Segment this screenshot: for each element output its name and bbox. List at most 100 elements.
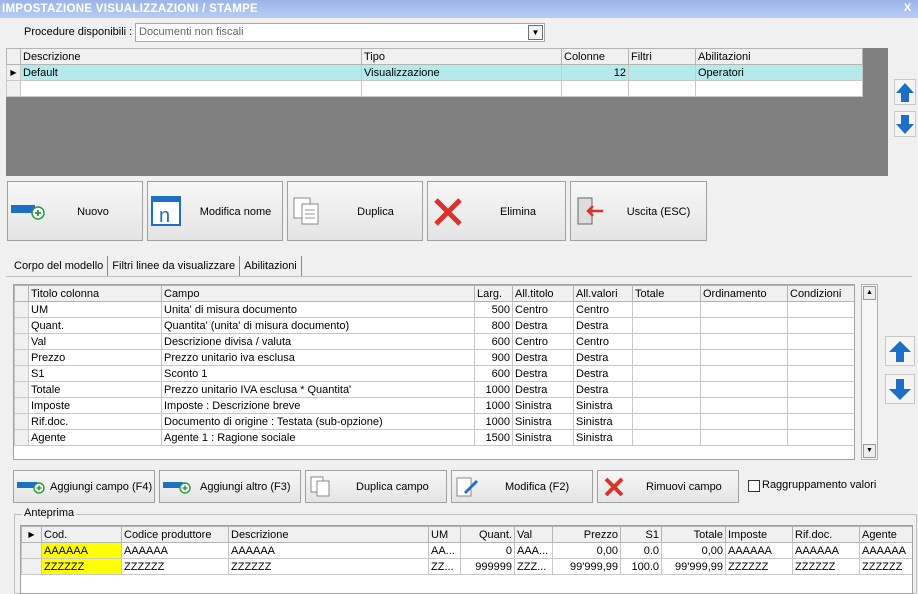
column-header[interactable]: All.titolo [512,285,574,302]
preview-cell[interactable]: ZZZZZZ [725,558,793,575]
preview-cell[interactable]: 0.0 [620,542,662,559]
table-cell[interactable]: Totale [28,381,162,398]
cell-filtri[interactable] [628,64,696,81]
table-cell[interactable] [787,429,854,446]
preview-cell[interactable]: 999999 [460,558,515,575]
table-row[interactable]: Agente Agente 1 : Ragione sociale 1500 Sini… [14,429,854,446]
preview-cell[interactable]: ZZZZZZ [859,558,912,575]
cell-tipo[interactable]: Visualizzazione [361,64,562,81]
column-header[interactable]: Codice produttore [121,526,229,543]
table-cell[interactable]: Descrizione divisa / valuta [161,333,475,350]
table-row[interactable]: S1 Sconto 1 600 Destra Destra [14,365,854,382]
empty-cell[interactable] [695,80,863,97]
table-cell[interactable]: Imposte : Descrizione breve [161,397,475,414]
table-cell[interactable]: Unita' di misura documento [161,301,475,318]
table-cell[interactable] [700,301,788,318]
table-cell[interactable]: Quantita' (unita' di misura documento) [161,317,475,334]
table-row[interactable]: Rif.doc. Documento di origine : Testata (… [14,413,854,430]
column-header[interactable]: Colonne [561,48,629,65]
rename-button[interactable]: n Modifica nome [147,181,283,241]
preview-cell[interactable]: 0,00 [661,542,726,559]
table-cell[interactable] [787,365,854,382]
table-cell[interactable]: Destra [512,381,574,398]
duplicate-field-button[interactable]: Duplica campo [305,470,447,503]
table-cell[interactable]: Documento di origine : Testata (sub-opzi… [161,413,475,430]
table-cell[interactable] [787,317,854,334]
table-cell[interactable]: Agente 1 : Ragione sociale [161,429,475,446]
table-cell[interactable] [787,301,854,318]
tab-abilitazioni[interactable]: Abilitazioni [240,256,302,276]
table-row[interactable]: Prezzo Prezzo unitario iva esclusa 900 Dest… [14,349,854,366]
empty-cell[interactable] [628,80,696,97]
tab-filtri-linee[interactable]: Filtri linee da visualizzare [108,256,241,276]
preview-cell[interactable]: AAA... [514,542,553,559]
add-field-button[interactable]: Aggiungi campo (F4) [13,470,155,503]
table-cell[interactable]: 1000 [474,381,513,398]
preview-cell[interactable]: ZZZZZZ [41,558,122,575]
column-header[interactable]: Rif.doc. [792,526,860,543]
table-cell[interactable]: Destra [573,381,633,398]
column-header[interactable]: All.valori [573,285,633,302]
table-cell[interactable] [700,397,788,414]
table-cell[interactable]: 500 [474,301,513,318]
table-cell[interactable]: Sinistra [573,397,633,414]
table-cell[interactable]: S1 [28,365,162,382]
column-header[interactable]: Ordinamento [700,285,788,302]
table-cell[interactable] [787,333,854,350]
table-cell[interactable] [700,413,788,430]
table-cell[interactable] [700,333,788,350]
cell-descrizione[interactable]: Default [20,64,362,81]
table-cell[interactable] [700,317,788,334]
table-cell[interactable]: Destra [512,365,574,382]
table-cell[interactable]: 800 [474,317,513,334]
table-cell[interactable] [632,365,701,382]
table-row[interactable]: Quant. Quantita' (unita' di misura docume… [14,317,854,334]
table-cell[interactable]: Centro [573,333,633,350]
table-cell[interactable] [700,365,788,382]
table-row[interactable]: Imposte Imposte : Descrizione breve 1000 Si… [14,397,854,414]
table-cell[interactable]: Val [28,333,162,350]
preview-cell[interactable]: AAAAAA [41,542,122,559]
table-cell[interactable]: 1500 [474,429,513,446]
column-header[interactable]: S1 [620,526,662,543]
table-cell[interactable]: Centro [573,301,633,318]
preview-cell[interactable]: 99'999,99 [661,558,726,575]
scroll-up-icon[interactable]: ▲ [863,286,876,300]
preview-cell[interactable]: ZZZ... [514,558,553,575]
empty-cell[interactable] [561,80,629,97]
table-cell[interactable] [700,381,788,398]
column-header[interactable]: Larg. [474,285,513,302]
preview-cell[interactable]: AAAAAA [725,542,793,559]
table-cell[interactable]: Prezzo unitario iva esclusa [161,349,475,366]
new-button[interactable]: Nuovo [7,181,143,241]
delete-button[interactable]: Elimina [427,181,566,241]
table-cell[interactable]: Destra [573,317,633,334]
cell-abilitazioni[interactable]: Operatori [695,64,863,81]
preview-cell[interactable]: 99'999,99 [552,558,621,575]
column-header[interactable]: Titolo colonna [28,285,162,302]
table-cell[interactable]: UM [28,301,162,318]
table-cell[interactable]: Destra [573,365,633,382]
grouping-checkbox[interactable] [748,480,760,492]
column-header[interactable]: UM [428,526,461,543]
table-row-empty[interactable] [6,80,863,97]
table-cell[interactable]: Imposte [28,397,162,414]
column-header[interactable]: Prezzo [552,526,621,543]
table-cell[interactable] [787,397,854,414]
table-cell[interactable]: Destra [512,349,574,366]
table-cell[interactable]: Sinistra [573,413,633,430]
preview-row[interactable]: ZZZZZZ ZZZZZZ ZZZZZZ ZZ... 999999 ZZZ... 99'99… [21,558,912,575]
chevron-down-icon[interactable]: ▼ [528,25,543,40]
field-move-down-button[interactable] [885,374,915,404]
table-cell[interactable]: Destra [573,349,633,366]
scroll-down-icon[interactable]: ▼ [863,444,876,458]
preview-cell[interactable]: ZZZZZZ [121,558,229,575]
preview-cell[interactable]: 0,00 [552,542,621,559]
table-cell[interactable]: 1000 [474,413,513,430]
preview-cell[interactable]: AA... [428,542,461,559]
column-header[interactable]: Quant. [460,526,515,543]
duplicate-button[interactable]: Duplica [287,181,423,241]
table-cell[interactable] [632,349,701,366]
table-cell[interactable]: Sinistra [512,429,574,446]
preview-cell[interactable]: ZZZZZZ [792,558,860,575]
